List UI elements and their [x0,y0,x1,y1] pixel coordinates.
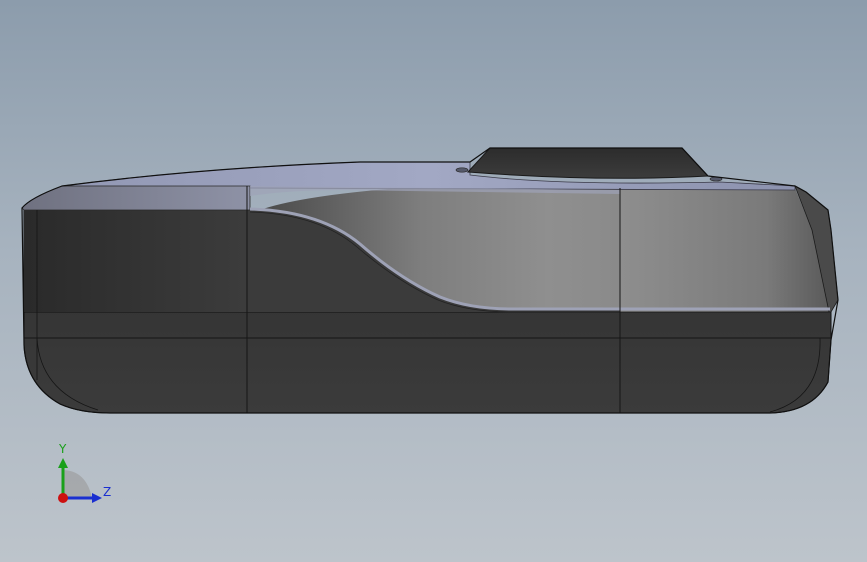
z-axis-label: Z [103,485,112,499]
y-axis-label: Y [59,442,67,456]
right-panel [620,188,829,312]
bump-hole-left [455,167,469,173]
top-strip-left [21,185,251,211]
coordinate-triad: Y Z [48,440,128,520]
left-panel [24,210,247,312]
triad-base [62,470,92,498]
x-axis-dot [58,493,68,503]
top-bump [466,147,710,179]
cad-viewport[interactable]: Y Z [0,0,867,562]
3d-model-view[interactable] [0,0,867,562]
